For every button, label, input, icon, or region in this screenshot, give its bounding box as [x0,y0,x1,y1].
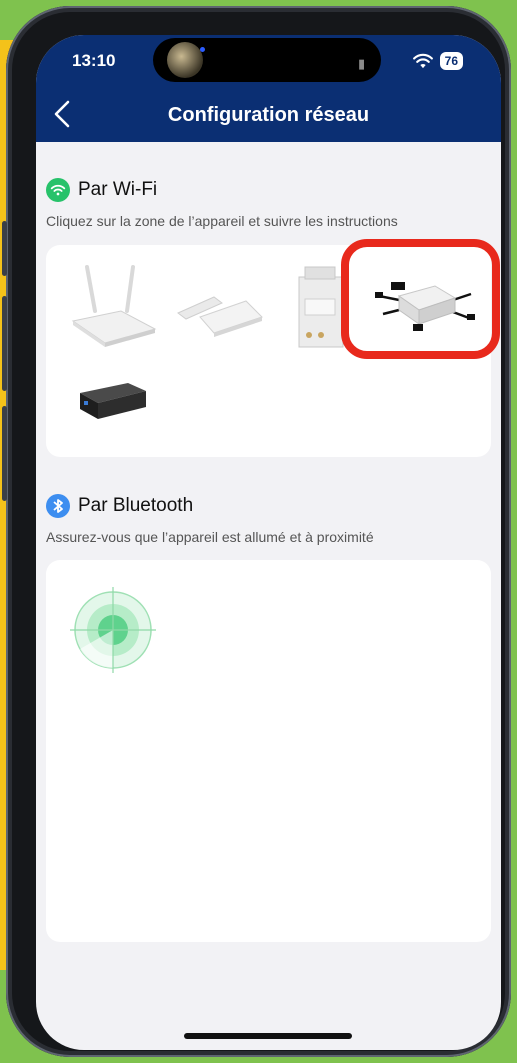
wifi-status-icon [412,53,433,69]
wifi-section-title: Par Wi-Fi [78,179,158,200]
bluetooth-section-subtitle: Assurez-vous que l’appareil est allumé e… [46,529,374,545]
side-button [2,221,7,276]
radar-scan-icon [68,585,158,675]
header-bar: 13:10 ▮ 76 Configuration réseau [36,35,501,142]
bluetooth-scan-card [46,560,491,942]
status-time: 13:10 [72,51,116,70]
privacy-dot-icon [200,47,205,52]
wifi-stick-icon [177,296,263,337]
wifi-section-header: Par Wi-Fi [46,178,157,202]
bluetooth-section-title: Par Bluetooth [78,495,194,516]
side-button [2,406,7,501]
battery-level: 76 [439,52,463,70]
bluetooth-section-header: Par Bluetooth [46,494,193,518]
bluetooth-icon [46,494,70,518]
device-router[interactable] [61,259,161,349]
home-indicator [184,1033,352,1039]
wifi-section-subtitle: Cliquez sur la zone de l’appareil et sui… [46,213,398,229]
camera-thumbnail-icon [167,42,203,78]
status-indicators: 76 [412,52,463,70]
device-din-rail-meter[interactable] [291,265,346,350]
wifi-icon [46,178,70,202]
signal-activity-icon: ▮ [358,56,366,71]
phone-frame: 13:10 ▮ 76 Configuration réseau Par Wi-F… [2,6,511,1057]
page-title: Configuration réseau [167,104,370,126]
din-rail-meter-icon [298,266,344,348]
selected-device-highlight [341,239,500,359]
battery-gateway-icon [80,383,146,419]
router-icon [71,265,157,347]
device-wifi-stick[interactable] [176,283,266,343]
dynamic-island: ▮ [153,38,381,82]
device-battery-gateway[interactable] [76,375,151,425]
app-screen: 13:10 ▮ 76 Configuration réseau Par Wi-F… [36,35,501,1050]
side-button [2,296,7,391]
